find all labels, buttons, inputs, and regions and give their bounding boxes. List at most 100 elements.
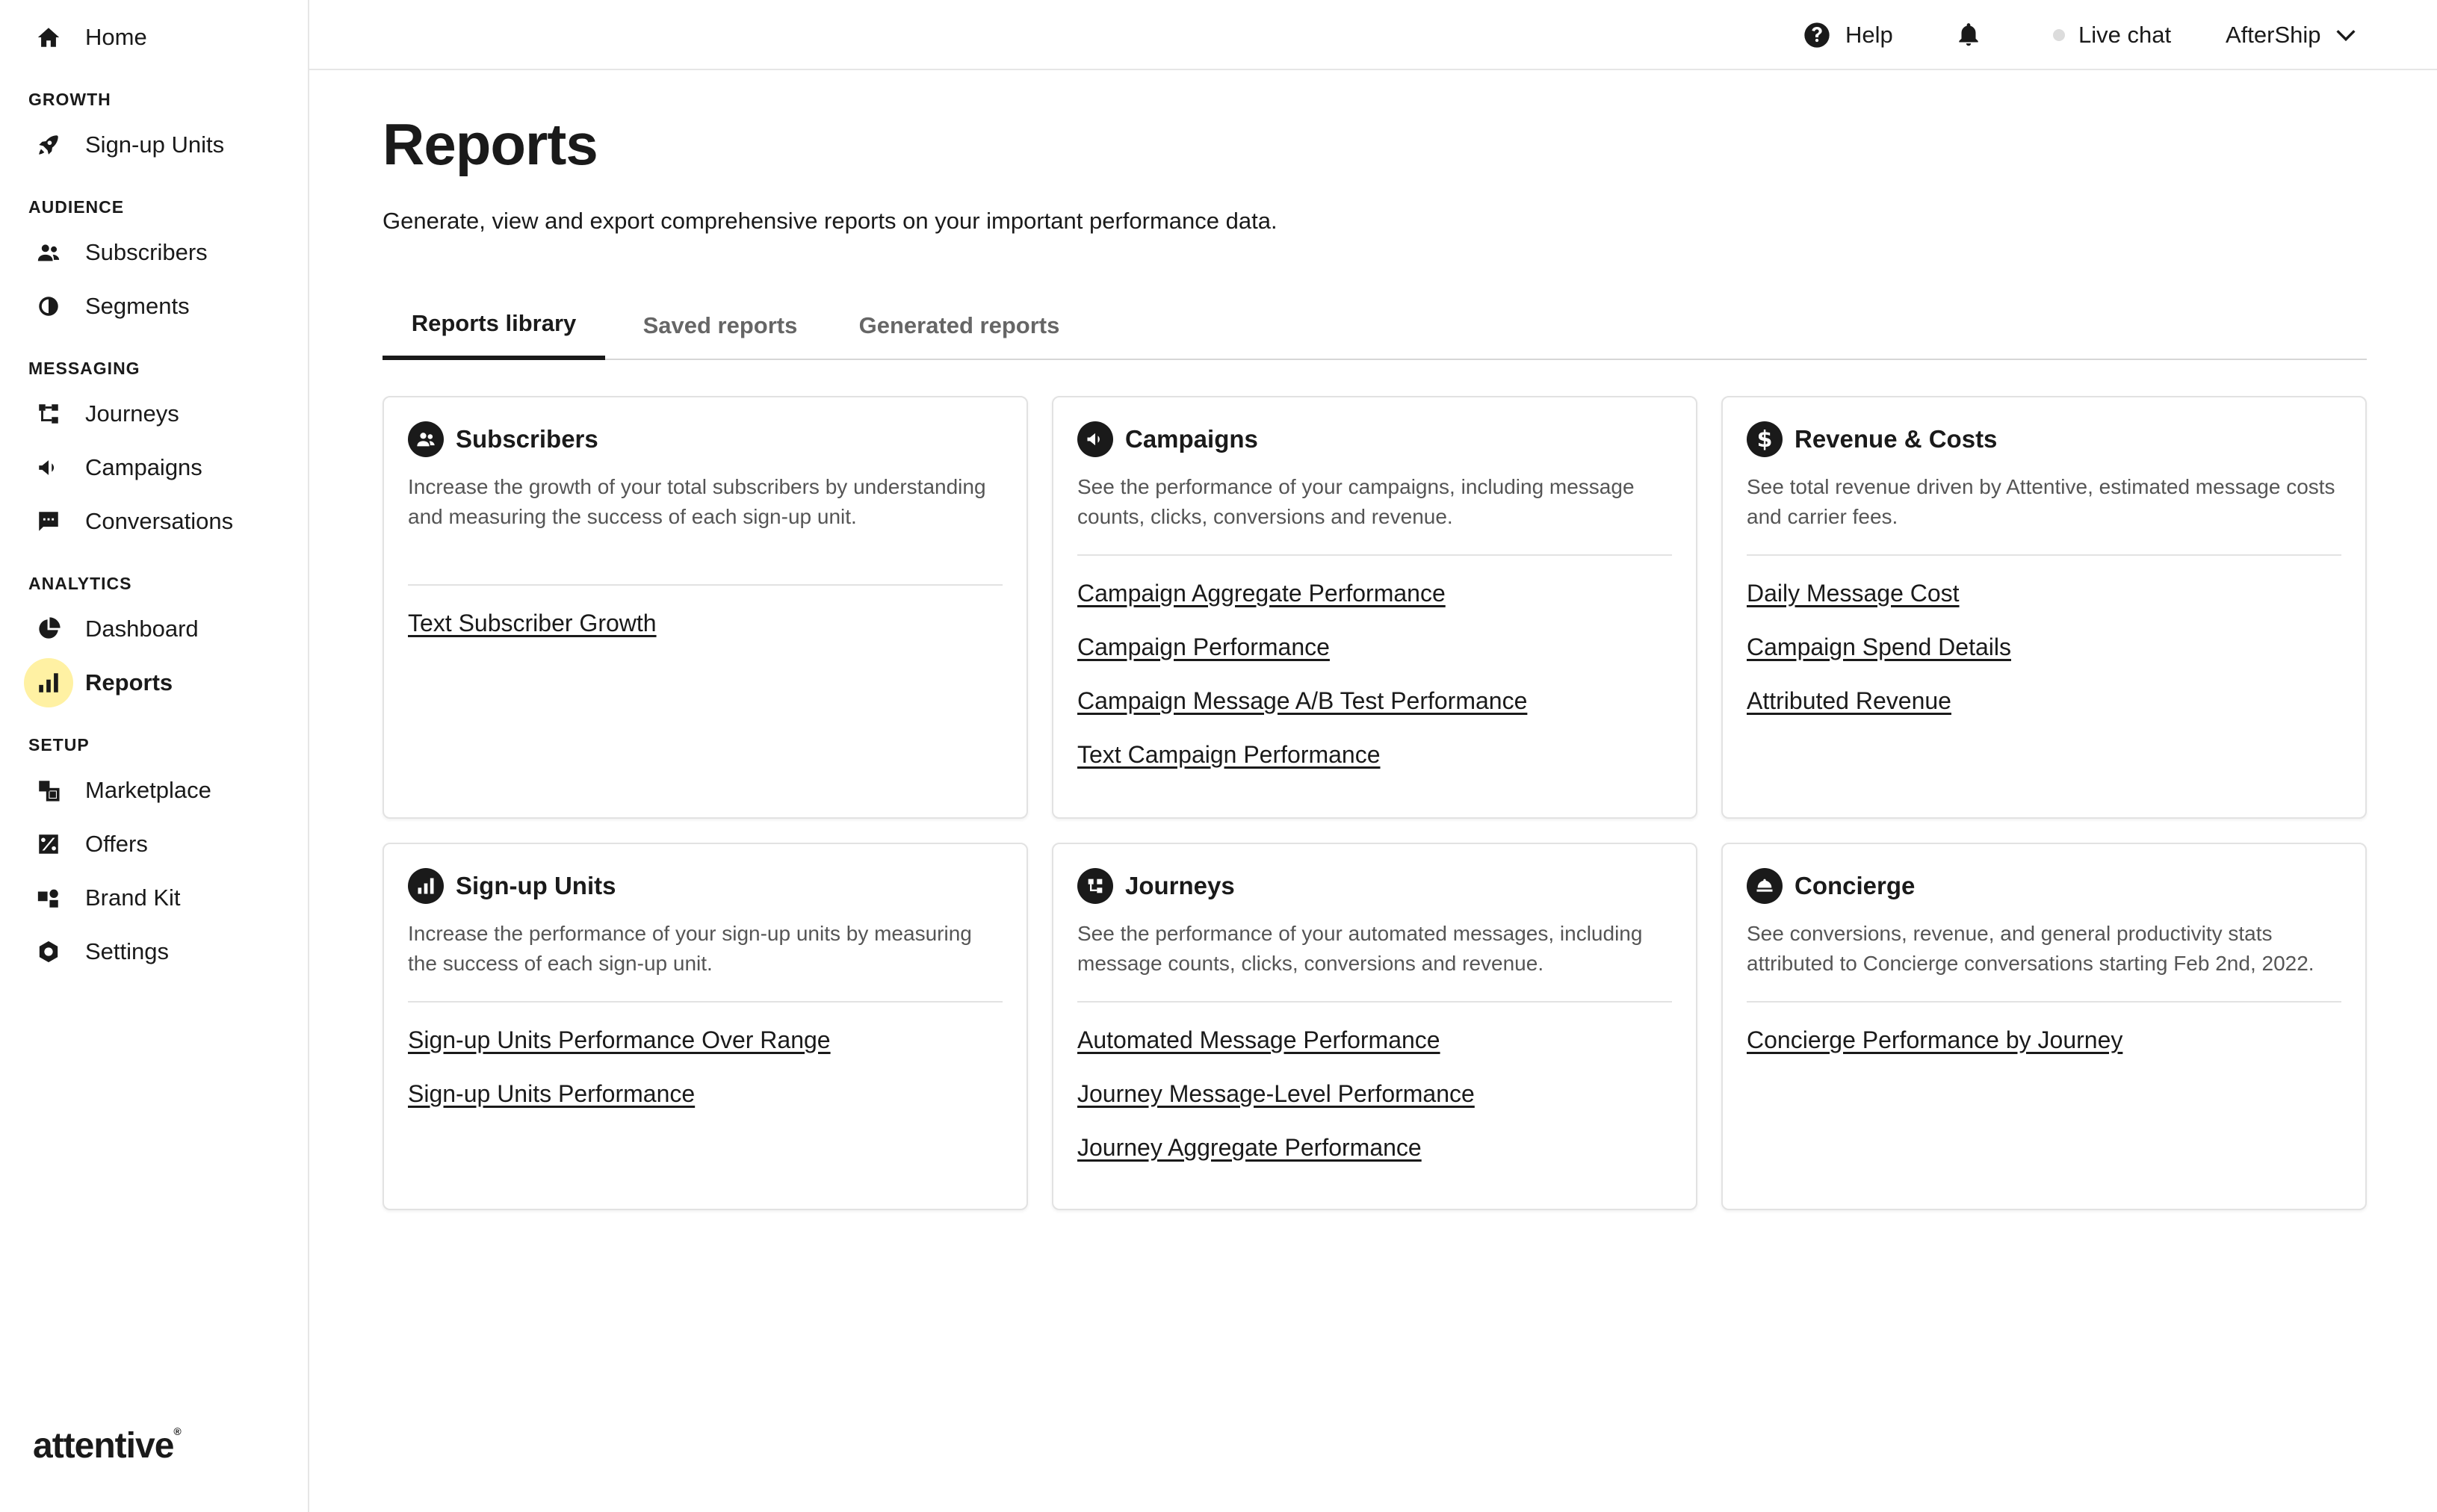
topbar: Help Live chat AfterShip	[309, 0, 2437, 70]
chat-icon	[24, 497, 73, 546]
report-link-daily-message-cost[interactable]: Daily Message Cost	[1747, 580, 1960, 607]
card-description: Increase the growth of your total subscr…	[408, 475, 986, 528]
sidebar-item-journeys[interactable]: Journeys	[24, 388, 293, 439]
card-divider	[1077, 1001, 1672, 1003]
card-header: Campaigns	[1077, 421, 1258, 457]
section-title-setup: SETUP	[28, 735, 90, 755]
report-card-revenue-costs: $ Revenue & Costs See total revenue driv…	[1721, 396, 2367, 819]
help-button[interactable]: Help	[1802, 0, 1893, 70]
bar-chart-icon	[24, 658, 73, 707]
card-header: Subscribers	[408, 421, 598, 457]
sidebar-item-label: Marketplace	[85, 777, 211, 803]
help-label: Help	[1845, 22, 1893, 48]
report-link-campaign-spend-details[interactable]: Campaign Spend Details	[1747, 633, 2011, 661]
sidebar-item-offers[interactable]: Offers	[24, 819, 293, 870]
tab-generated-reports[interactable]: Generated reports	[832, 291, 1086, 360]
card-header: Journeys	[1077, 868, 1235, 904]
card-divider	[1077, 554, 1672, 556]
live-chat-button[interactable]: Live chat	[2053, 0, 2171, 70]
sidebar-item-marketplace[interactable]: Marketplace	[24, 765, 293, 816]
sidebar: Home GROWTH Sign-up Units AUDIENCE Subsc…	[0, 0, 309, 1512]
sidebar-item-settings[interactable]: Settings	[24, 926, 293, 977]
sidebar-item-conversations[interactable]: Conversations	[24, 496, 293, 547]
sidebar-item-label: Segments	[85, 293, 190, 319]
report-link-attributed-revenue[interactable]: Attributed Revenue	[1747, 687, 1951, 715]
card-divider	[408, 1001, 1003, 1003]
sidebar-item-label: Home	[85, 24, 147, 50]
notifications-button[interactable]	[1954, 0, 1983, 70]
bell-icon	[1959, 23, 1978, 46]
card-divider	[1747, 1001, 2341, 1003]
brand-logo[interactable]: attentive®	[33, 1425, 182, 1466]
card-title: Sign-up Units	[456, 872, 616, 899]
section-title-audience: AUDIENCE	[28, 197, 125, 217]
sidebar-item-label: Settings	[85, 938, 170, 964]
journey-icon	[1077, 868, 1113, 904]
registered-mark-icon: ®	[173, 1425, 181, 1437]
report-link-campaign-aggregate-performance[interactable]: Campaign Aggregate Performance	[1077, 580, 1446, 607]
tab-bar: Reports library Saved reports Generated …	[383, 291, 2367, 360]
sidebar-item-brand-kit[interactable]: Brand Kit	[24, 873, 293, 923]
account-name: AfterShip	[2226, 22, 2321, 48]
report-link-automated-message-performance[interactable]: Automated Message Performance	[1077, 1026, 1440, 1054]
sidebar-item-signup-units[interactable]: Sign-up Units	[24, 120, 293, 170]
percent-icon	[24, 819, 73, 869]
sidebar-item-dashboard[interactable]: Dashboard	[24, 604, 293, 654]
report-link-signup-units-performance[interactable]: Sign-up Units Performance	[408, 1080, 695, 1108]
marketplace-icon	[24, 766, 73, 815]
sidebar-item-label: Offers	[85, 831, 148, 857]
gear-icon	[24, 927, 73, 976]
report-link-text-subscriber-growth[interactable]: Text Subscriber Growth	[408, 610, 657, 637]
card-divider	[408, 584, 1003, 586]
sidebar-item-reports[interactable]: Reports	[24, 657, 293, 708]
sidebar-item-label: Campaigns	[85, 454, 202, 480]
journey-icon	[24, 389, 73, 439]
section-title-growth: GROWTH	[28, 90, 111, 109]
tab-saved-reports[interactable]: Saved reports	[623, 291, 817, 360]
page-title: Reports	[383, 111, 598, 177]
home-icon	[24, 13, 73, 62]
sidebar-item-label: Journeys	[85, 400, 179, 427]
sidebar-item-label: Dashboard	[85, 616, 199, 642]
live-chat-label: Live chat	[2078, 22, 2172, 48]
report-link-journey-message-level-performance[interactable]: Journey Message-Level Performance	[1077, 1080, 1475, 1108]
dollar-icon: $	[1747, 421, 1783, 457]
megaphone-icon	[1077, 421, 1113, 457]
card-title: Subscribers	[456, 425, 598, 453]
tab-reports-library[interactable]: Reports library	[383, 291, 605, 360]
page-description: Generate, view and export comprehensive …	[383, 208, 1278, 234]
bar-chart-icon	[408, 868, 444, 904]
concierge-icon	[1747, 868, 1783, 904]
report-link-campaign-message-ab-test-performance[interactable]: Campaign Message A/B Test Performance	[1077, 687, 1527, 715]
card-title: Campaigns	[1125, 425, 1258, 453]
card-description: See the performance of your automated me…	[1077, 922, 1643, 975]
report-card-signup-units: Sign-up Units Increase the performance o…	[383, 843, 1028, 1210]
status-dot-icon	[2053, 29, 2065, 41]
report-link-concierge-performance-by-journey[interactable]: Concierge Performance by Journey	[1747, 1026, 2122, 1054]
card-description: See the performance of your campaigns, i…	[1077, 475, 1635, 528]
sidebar-item-campaigns[interactable]: Campaigns	[24, 442, 293, 493]
report-link-text-campaign-performance[interactable]: Text Campaign Performance	[1077, 741, 1381, 769]
sidebar-item-home[interactable]: Home	[24, 12, 293, 63]
account-dropdown[interactable]: AfterShip	[2226, 0, 2359, 70]
users-icon	[408, 421, 444, 457]
help-icon	[1804, 22, 1830, 48]
card-title: Revenue & Costs	[1795, 425, 1998, 453]
app-root: Home GROWTH Sign-up Units AUDIENCE Subsc…	[0, 0, 2437, 1512]
report-link-campaign-performance[interactable]: Campaign Performance	[1077, 633, 1330, 661]
sidebar-item-subscribers[interactable]: Subscribers	[24, 227, 293, 278]
sidebar-item-segments[interactable]: Segments	[24, 281, 293, 332]
users-icon	[24, 228, 73, 277]
card-description: See conversions, revenue, and general pr…	[1747, 922, 2314, 975]
card-header: $ Revenue & Costs	[1747, 421, 1997, 457]
sidebar-item-label: Sign-up Units	[85, 131, 225, 158]
sidebar-item-label: Subscribers	[85, 239, 208, 265]
report-link-journey-aggregate-performance[interactable]: Journey Aggregate Performance	[1077, 1134, 1422, 1162]
card-title: Concierge	[1795, 872, 1916, 899]
chevron-down-icon	[2335, 30, 2356, 42]
report-card-subscribers: Subscribers Increase the growth of your …	[383, 396, 1028, 819]
report-link-signup-units-performance-over-range[interactable]: Sign-up Units Performance Over Range	[408, 1026, 831, 1054]
segments-icon	[24, 282, 73, 331]
report-card-journeys: Journeys See the performance of your aut…	[1052, 843, 1697, 1210]
brand-kit-icon	[24, 873, 73, 923]
